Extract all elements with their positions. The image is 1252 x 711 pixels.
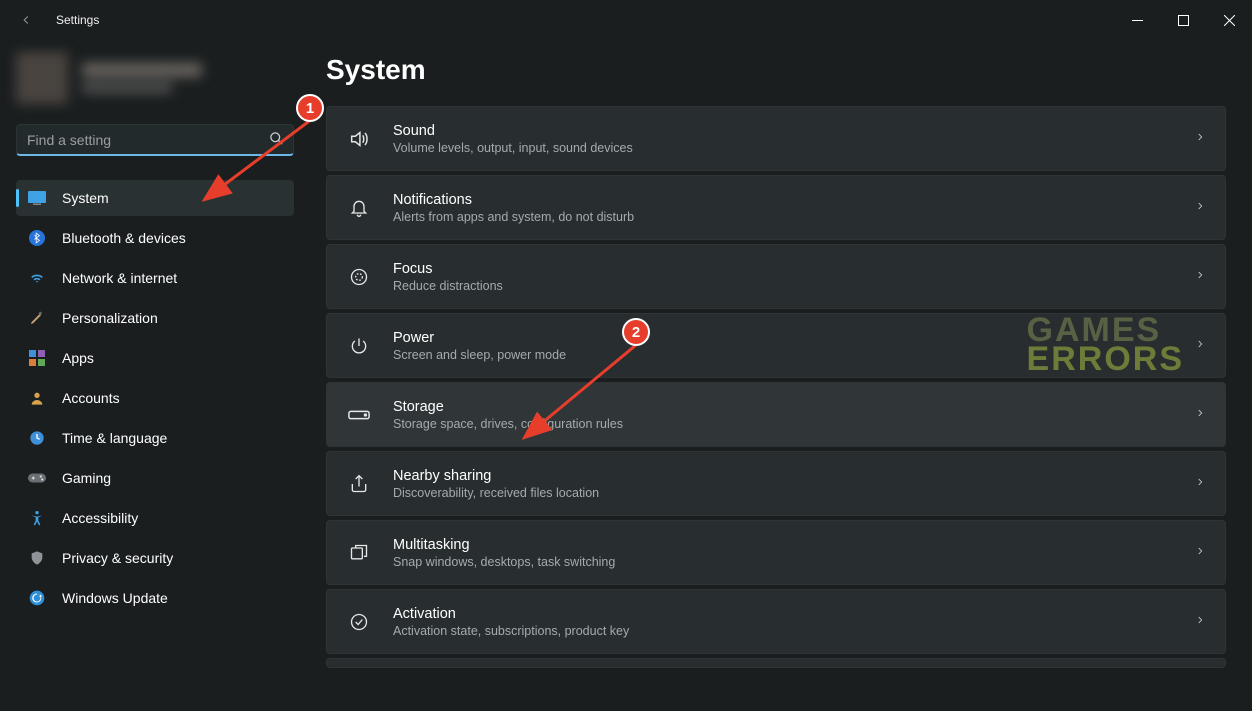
row-activation[interactable]: Activation Activation state, subscriptio… [326,589,1226,654]
sidebar-item-gaming[interactable]: Gaming [16,460,294,496]
sidebar-item-update[interactable]: Windows Update [16,580,294,616]
row-desc: Reduce distractions [393,279,503,293]
sidebar-item-network[interactable]: Network & internet [16,260,294,296]
page-title: System [326,54,1226,86]
sidebar-item-label: System [62,190,109,206]
windows-icon [347,543,371,563]
row-desc: Discoverability, received files location [393,486,599,500]
sidebar-item-label: Apps [62,350,94,366]
row-label: Power [393,330,566,346]
search-icon [269,131,284,149]
row-desc: Activation state, subscriptions, product… [393,624,629,638]
chevron-right-icon [1195,199,1205,216]
row-multitasking[interactable]: Multitasking Snap windows, desktops, tas… [326,520,1226,585]
paintbrush-icon [28,309,46,327]
back-button[interactable] [16,10,36,30]
sidebar-item-label: Privacy & security [62,550,173,566]
sidebar-item-label: Network & internet [62,270,177,286]
chevron-right-icon [1195,475,1205,492]
search-field[interactable] [16,124,294,156]
sidebar-item-personalization[interactable]: Personalization [16,300,294,336]
focus-icon [347,267,371,287]
nav: System Bluetooth & devices Network & int… [16,180,294,616]
window-controls [1114,0,1252,40]
row-desc: Volume levels, output, input, sound devi… [393,141,633,155]
row-desc: Screen and sleep, power mode [393,348,566,362]
sidebar-item-accounts[interactable]: Accounts [16,380,294,416]
row-label: Nearby sharing [393,468,599,484]
profile-email [82,83,172,93]
row-focus[interactable]: Focus Reduce distractions [326,244,1226,309]
sidebar-item-bluetooth[interactable]: Bluetooth & devices [16,220,294,256]
row-cutoff [326,658,1226,668]
chevron-right-icon [1195,613,1205,630]
display-icon [28,189,46,207]
gamepad-icon [28,469,46,487]
row-label: Focus [393,261,503,277]
chevron-right-icon [1195,544,1205,561]
chevron-right-icon [1195,337,1205,354]
chevron-right-icon [1195,130,1205,147]
row-sound[interactable]: Sound Volume levels, output, input, soun… [326,106,1226,171]
row-power[interactable]: Power Screen and sleep, power mode [326,313,1226,378]
bell-icon [347,198,371,218]
wifi-icon [28,269,46,287]
row-label: Notifications [393,192,634,208]
clock-icon [28,429,46,447]
sound-icon [347,128,371,150]
sidebar-item-accessibility[interactable]: Accessibility [16,500,294,536]
chevron-right-icon [1195,406,1205,423]
main-panel: System Sound Volume levels, output, inpu… [326,54,1226,672]
row-label: Multitasking [393,537,615,553]
search-input[interactable] [16,124,294,156]
row-desc: Storage space, drives, configuration rul… [393,417,623,431]
window-title: Settings [56,13,99,27]
power-icon [347,336,371,356]
profile-name [82,63,202,77]
avatar [16,52,68,104]
sidebar-item-label: Accessibility [62,510,138,526]
close-button[interactable] [1206,0,1252,40]
shield-icon [28,549,46,567]
storage-icon [347,408,371,422]
sidebar-item-time[interactable]: Time & language [16,420,294,456]
row-label: Activation [393,606,629,622]
user-profile[interactable] [16,48,300,108]
sidebar-item-label: Personalization [62,310,158,326]
bluetooth-icon [28,229,46,247]
row-nearby[interactable]: Nearby sharing Discoverability, received… [326,451,1226,516]
apps-icon [28,349,46,367]
row-label: Sound [393,123,633,139]
sidebar-item-label: Windows Update [62,590,168,606]
person-icon [28,389,46,407]
accessibility-icon [28,509,46,527]
sidebar-item-label: Time & language [62,430,167,446]
sidebar-item-label: Accounts [62,390,120,406]
sidebar: System Bluetooth & devices Network & int… [0,48,300,620]
row-notifications[interactable]: Notifications Alerts from apps and syste… [326,175,1226,240]
callout-1: 1 [296,94,324,122]
refresh-icon [28,589,46,607]
row-desc: Alerts from apps and system, do not dist… [393,210,634,224]
sidebar-item-privacy[interactable]: Privacy & security [16,540,294,576]
sidebar-item-apps[interactable]: Apps [16,340,294,376]
row-desc: Snap windows, desktops, task switching [393,555,615,569]
minimize-button[interactable] [1114,0,1160,40]
sidebar-item-label: Bluetooth & devices [62,230,186,246]
row-storage[interactable]: Storage Storage space, drives, configura… [326,382,1226,447]
row-label: Storage [393,399,623,415]
check-circle-icon [347,612,371,632]
titlebar: Settings [0,0,1252,40]
share-icon [347,474,371,494]
maximize-button[interactable] [1160,0,1206,40]
chevron-right-icon [1195,268,1205,285]
sidebar-item-system[interactable]: System [16,180,294,216]
sidebar-item-label: Gaming [62,470,111,486]
